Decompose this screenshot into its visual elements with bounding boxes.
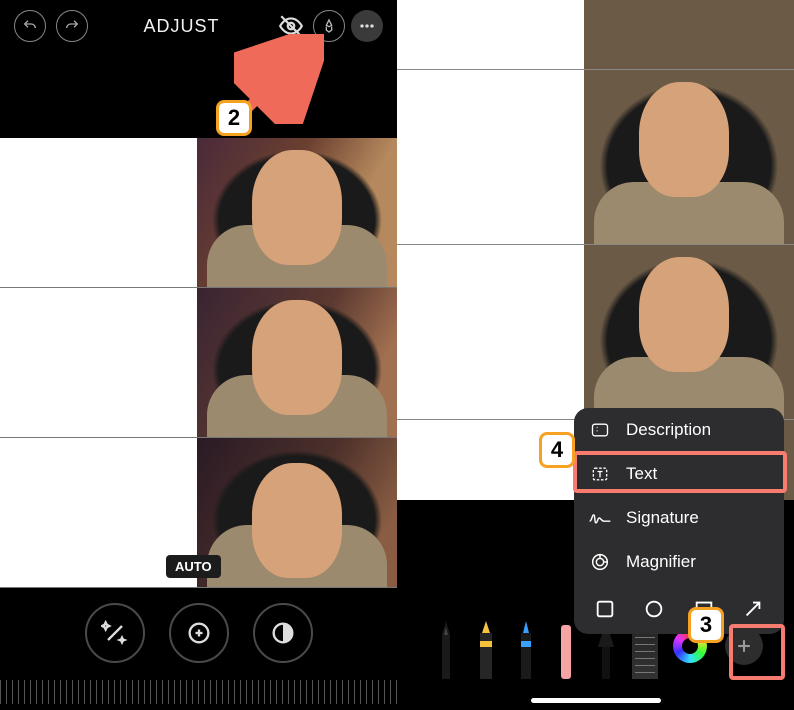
menu-label: Text <box>626 464 657 484</box>
image-canvas[interactable] <box>0 138 397 588</box>
topbar: ADJUST <box>0 0 397 52</box>
menu-label: Magnifier <box>626 552 696 572</box>
text-icon <box>588 463 612 485</box>
circle-shape-button[interactable] <box>642 596 668 622</box>
menu-description[interactable]: Description <box>574 408 784 452</box>
markup-screen: Description Text Signature Magnifier <box>397 0 794 710</box>
menu-text[interactable]: Text <box>574 452 784 496</box>
adjust-screen: ADJUST AUTO <box>0 0 397 710</box>
redo-button[interactable] <box>56 10 88 42</box>
contrast-button[interactable] <box>253 603 313 663</box>
callout-4: 4 <box>539 432 575 468</box>
adjustment-slider[interactable] <box>0 680 397 704</box>
home-indicator[interactable] <box>531 698 661 703</box>
pencil-tool[interactable] <box>512 613 540 679</box>
menu-signature[interactable]: Signature <box>574 496 784 540</box>
rect-shape-button[interactable] <box>592 596 618 622</box>
add-menu: Description Text Signature Magnifier <box>574 408 784 634</box>
signature-icon <box>588 507 612 529</box>
callout-3: 3 <box>688 607 724 643</box>
shapes-row <box>574 584 784 634</box>
magic-wand-button[interactable] <box>85 603 145 663</box>
adjust-tools <box>0 588 397 678</box>
undo-button[interactable] <box>14 10 46 42</box>
menu-label: Signature <box>626 508 699 528</box>
arrow-shape-button[interactable] <box>741 596 767 622</box>
marker-tool[interactable] <box>472 613 500 679</box>
exposure-button[interactable] <box>169 603 229 663</box>
page-title: ADJUST <box>144 16 220 37</box>
magnifier-icon <box>588 551 612 573</box>
callout-2: 2 <box>216 100 252 136</box>
menu-magnifier[interactable]: Magnifier <box>574 540 784 584</box>
more-button[interactable] <box>351 10 383 42</box>
pen-tool[interactable] <box>432 613 460 679</box>
description-icon <box>588 419 612 441</box>
auto-badge: AUTO <box>166 555 221 578</box>
menu-label: Description <box>626 420 711 440</box>
